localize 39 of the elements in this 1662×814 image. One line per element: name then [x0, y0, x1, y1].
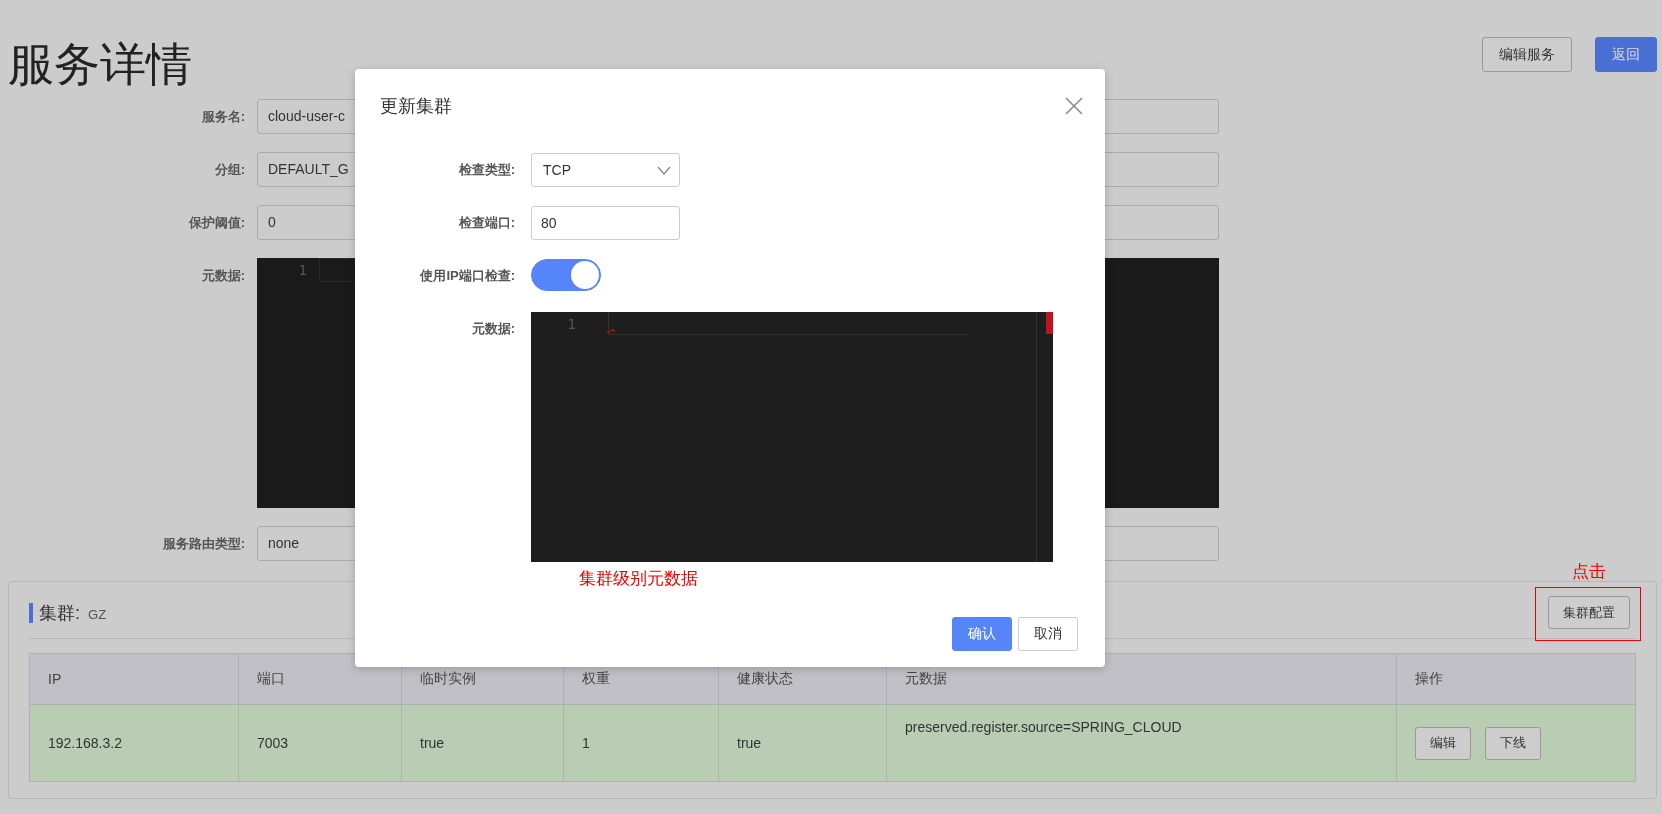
column-header: 操作: [1396, 653, 1636, 705]
scrollbar[interactable]: [1036, 312, 1053, 562]
error-marker: [1046, 312, 1053, 334]
table-cell: preserved.register.source=SPRING_CLOUD: [886, 704, 1397, 782]
annotation-text: 集群级别元数据: [579, 568, 699, 590]
edit-button[interactable]: 编辑: [1415, 726, 1471, 760]
field-label: 分组:: [213, 161, 246, 179]
error-squiggle-icon: [607, 329, 615, 334]
field-label: 使用IP端口检查:: [418, 267, 516, 285]
field-label: 元数据:: [200, 267, 246, 285]
column-header: IP: [29, 653, 239, 705]
annotation-text: 点击: [1572, 561, 1606, 583]
select-field[interactable]: TCP: [531, 153, 680, 187]
table-cell: true: [401, 704, 564, 782]
table-cell: 7003: [238, 704, 402, 782]
field-label: 检查端口:: [457, 214, 516, 232]
cluster-config-button[interactable]: 集群配置: [1548, 596, 1630, 629]
cluster-name: GZ: [88, 605, 107, 624]
section-title: 集群:: [39, 602, 80, 623]
chevron-down-icon: [657, 165, 671, 175]
page-title: 服务详情: [8, 37, 192, 92]
table-cell: true: [718, 704, 887, 782]
field-label: 服务名:: [200, 108, 246, 126]
table-cell: 192.168.3.2: [29, 704, 239, 782]
back-button[interactable]: 返回: [1595, 37, 1657, 72]
edit-service-button[interactable]: 编辑服务: [1482, 37, 1572, 72]
column-header: 端口: [238, 653, 402, 705]
field-label: 保护阈值:: [187, 214, 246, 232]
dialog-title: 更新集群: [380, 95, 452, 118]
input-field[interactable]: 80: [531, 206, 680, 240]
toggle-switch[interactable]: [531, 259, 601, 291]
field-label: 检查类型:: [457, 161, 516, 179]
cancel-button[interactable]: 取消: [1018, 617, 1078, 651]
offline-button[interactable]: 下线: [1485, 726, 1541, 760]
table-cell: 1: [563, 704, 719, 782]
line-number: 1: [297, 262, 307, 278]
field-label: 服务路由类型:: [161, 535, 246, 553]
field-label: 元数据:: [470, 320, 516, 338]
close-icon[interactable]: [1065, 97, 1083, 115]
